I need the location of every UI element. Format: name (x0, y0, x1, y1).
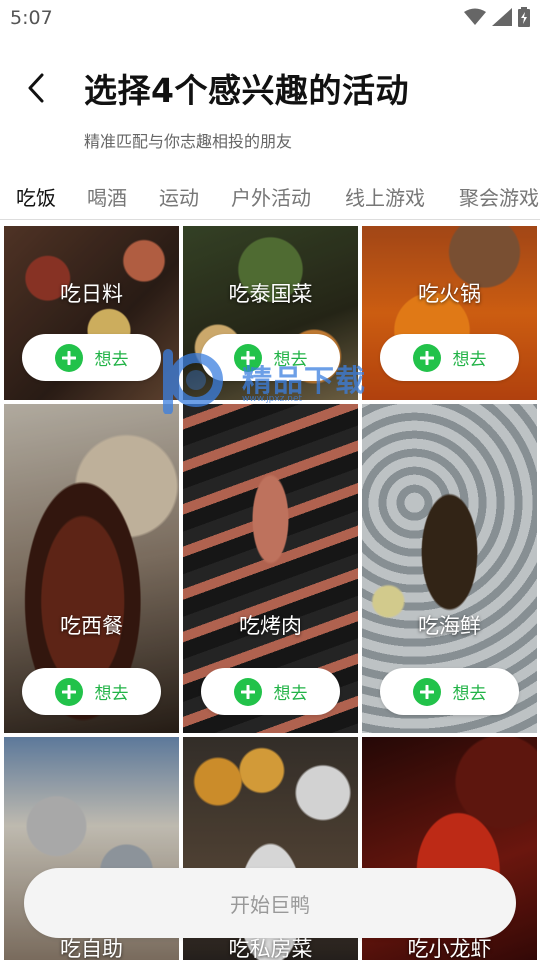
wifi-icon (464, 8, 486, 25)
want-button[interactable]: 想去 (380, 668, 519, 715)
want-button[interactable]: 想去 (22, 334, 161, 381)
screen: 5:07 选择4个感兴趣的活动 精准匹配与你志趣相投的朋友 吃饭 喝酒 运动 户… (0, 0, 540, 960)
activity-label: 吃海鲜 (418, 614, 481, 638)
plus-icon (233, 677, 262, 706)
want-button[interactable]: 想去 (22, 668, 161, 715)
status-bar: 5:07 (0, 0, 540, 36)
status-time: 5:07 (10, 7, 53, 29)
start-button-label: 开始巨鸭 (230, 892, 310, 917)
activity-card-western[interactable]: 吃西餐 想去 (4, 404, 179, 733)
activity-card-hotpot[interactable]: 吃火锅 想去 (362, 226, 537, 400)
activity-label: 吃火锅 (418, 282, 481, 306)
tab-drink[interactable]: 喝酒 (87, 182, 127, 211)
status-icons (464, 7, 530, 27)
want-label: 想去 (452, 684, 487, 704)
plus-icon (54, 343, 83, 372)
want-button[interactable]: 想去 (201, 668, 340, 715)
tab-eat[interactable]: 吃饭 (16, 182, 56, 211)
activity-label: 吃泰国菜 (228, 282, 313, 306)
activity-label: 吃烤肉 (239, 614, 302, 638)
activity-card-seafood[interactable]: 吃海鲜 想去 (362, 404, 537, 733)
want-button[interactable]: 想去 (201, 334, 340, 381)
want-button[interactable]: 想去 (380, 334, 519, 381)
want-label: 想去 (94, 350, 129, 370)
page-title: 选择4个感兴趣的活动 (84, 71, 409, 110)
activity-label: 吃西餐 (60, 614, 123, 638)
battery-icon (518, 7, 530, 27)
activity-label: 吃日料 (60, 282, 123, 306)
activity-card-thai[interactable]: 吃泰国菜 想去 (183, 226, 358, 400)
plus-icon (412, 343, 441, 372)
signal-icon (492, 8, 512, 26)
tab-party-games[interactable]: 聚会游戏 (459, 182, 539, 211)
want-label: 想去 (452, 350, 487, 370)
plus-icon (233, 343, 262, 372)
want-label: 想去 (273, 350, 308, 370)
tab-sports[interactable]: 运动 (159, 182, 199, 211)
tab-outdoor[interactable]: 户外活动 (231, 182, 311, 211)
activity-card-japanese[interactable]: 吃日料 想去 (4, 226, 179, 400)
want-label: 想去 (273, 684, 308, 704)
back-button[interactable] (18, 68, 54, 108)
chevron-left-icon (28, 73, 44, 103)
page-subtitle: 精准匹配与你志趣相投的朋友 (84, 132, 293, 151)
want-label: 想去 (94, 684, 129, 704)
plus-icon (54, 677, 83, 706)
start-button[interactable]: 开始巨鸭 (24, 868, 516, 938)
tab-online-games[interactable]: 线上游戏 (345, 182, 425, 211)
category-tabs: 吃饭 喝酒 运动 户外活动 线上游戏 聚会游戏 (0, 176, 540, 220)
plus-icon (412, 677, 441, 706)
activity-grid: 吃日料 想去 吃泰国菜 想去 吃火锅 想去 吃西餐 想去 吃烤肉 想去 吃海鲜 … (4, 226, 537, 960)
activity-card-bbq[interactable]: 吃烤肉 想去 (183, 404, 358, 733)
